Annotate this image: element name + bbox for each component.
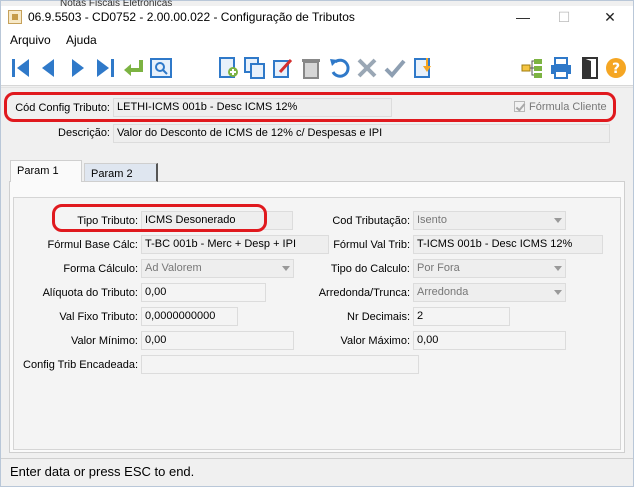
descricao-label: Descrição:: [58, 127, 110, 139]
arredonda-select[interactable]: Arredonda: [413, 283, 566, 302]
return-icon[interactable]: [121, 56, 145, 80]
formula-cliente-checkbox[interactable]: [514, 101, 525, 112]
arredonda-value: Arredonda: [417, 286, 469, 298]
exit-icon[interactable]: [578, 56, 602, 80]
nr-decimais-label: Nr Decimais:: [347, 311, 410, 323]
forma-calculo-value: Ad Valorem: [145, 262, 202, 274]
app-icon: [8, 10, 22, 24]
cod-config-label: Cód Config Tributo:: [15, 102, 110, 114]
valor-minimo-field[interactable]: 0,00: [141, 331, 294, 350]
toolbar-separator: [1, 87, 633, 88]
maximize-button[interactable]: ☐: [549, 8, 579, 26]
tipo-calculo-label: Tipo do Calculo:: [330, 263, 410, 275]
tipo-calculo-select[interactable]: Por Fora: [413, 259, 566, 278]
cod-tributacao-select[interactable]: Isento: [413, 211, 566, 230]
formul-base-label: Fórmul Base Cálc:: [47, 239, 138, 251]
cod-tributacao-value: Isento: [417, 214, 447, 226]
config-trib-field[interactable]: [141, 355, 419, 374]
tipo-calculo-value: Por Fora: [417, 262, 460, 274]
edit-icon[interactable]: [271, 56, 295, 80]
formul-val-trib-field[interactable]: T-ICMS 001b - Desc ICMS 12%: [413, 235, 603, 254]
nr-decimais-field[interactable]: 2: [413, 307, 510, 326]
chevron-down-icon: [554, 290, 562, 295]
help-icon[interactable]: ?: [604, 56, 628, 80]
status-text: Enter data or press ESC to end.: [10, 464, 195, 479]
valor-maximo-label: Valor Máximo:: [340, 335, 410, 347]
first-record-icon[interactable]: [9, 56, 33, 80]
menu-arquivo[interactable]: Arquivo: [10, 33, 51, 47]
next-record-icon[interactable]: [65, 56, 89, 80]
last-record-icon[interactable]: [93, 56, 117, 80]
formula-cliente-label: Fórmula Cliente: [529, 101, 607, 113]
delete-icon[interactable]: [299, 56, 323, 80]
copy-icon[interactable]: [243, 56, 267, 80]
forma-calculo-select[interactable]: Ad Valorem: [141, 259, 294, 278]
close-button[interactable]: ✕: [595, 8, 625, 26]
menu-ajuda[interactable]: Ajuda: [66, 33, 97, 47]
aliquota-label: Alíquota do Tributo:: [42, 287, 138, 299]
chevron-down-icon: [554, 266, 562, 271]
previous-record-icon[interactable]: [37, 56, 61, 80]
new-record-icon[interactable]: [216, 56, 240, 80]
undo-icon[interactable]: [327, 56, 351, 80]
config-trib-label: Config Trib Encadeada:: [23, 359, 138, 371]
chevron-down-icon: [554, 218, 562, 223]
tipo-tributo-label: Tipo Tributo:: [77, 215, 138, 227]
chevron-down-icon: [282, 266, 290, 271]
aliquota-field[interactable]: 0,00: [141, 283, 266, 302]
confirm-icon[interactable]: [383, 56, 407, 80]
cod-config-field[interactable]: LETHI-ICMS 001b - Desc ICMS 12%: [113, 98, 392, 117]
tab-param-1[interactable]: Param 1: [10, 160, 82, 182]
import-icon[interactable]: [411, 56, 435, 80]
val-fixo-label: Val Fixo Tributo:: [59, 311, 138, 323]
search-icon[interactable]: [149, 56, 173, 80]
svg-text:?: ?: [612, 61, 620, 77]
window-title: 06.9.5503 - CD0752 - 2.00.00.022 - Confi…: [28, 10, 355, 24]
descricao-field[interactable]: Valor do Desconto de ICMS de 12% c/ Desp…: [113, 124, 610, 143]
minimize-button[interactable]: —: [508, 8, 538, 26]
valor-minimo-label: Valor Mínimo:: [70, 335, 138, 347]
formul-val-trib-label: Fórmul Val Trib:: [333, 239, 410, 251]
print-icon[interactable]: [549, 56, 573, 80]
tipo-tributo-field[interactable]: ICMS Desonerado: [141, 211, 293, 230]
forma-calculo-label: Forma Cálculo:: [63, 263, 138, 275]
cod-tributacao-label: Cod Tributação:: [332, 215, 410, 227]
tab-param-2[interactable]: Param 2: [84, 163, 158, 182]
cancel-icon[interactable]: [355, 56, 379, 80]
val-fixo-field[interactable]: 0,0000000000: [141, 307, 238, 326]
arredonda-label: Arredonda/Trunca:: [318, 287, 410, 299]
valor-maximo-field[interactable]: 0,00: [413, 331, 566, 350]
tree-icon[interactable]: [520, 56, 544, 80]
